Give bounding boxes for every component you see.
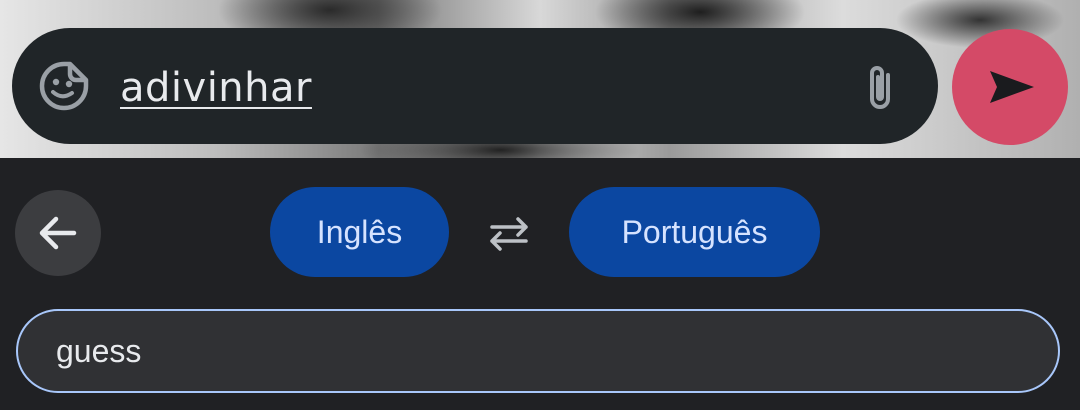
sticker-icon[interactable] [38,60,90,112]
translate-panel: Inglês Português guess [0,158,1080,410]
source-language-chip[interactable]: Inglês [270,187,449,277]
swap-icon[interactable] [486,215,532,256]
back-button[interactable] [15,190,101,276]
arrow-back-icon [39,216,77,250]
send-button[interactable] [952,29,1068,145]
target-language-chip[interactable]: Português [569,187,820,277]
translate-input[interactable]: guess [16,309,1060,393]
send-icon [990,71,1034,103]
message-composer[interactable]: adivinhar [12,28,938,144]
paperclip-icon[interactable] [862,61,898,113]
composer-text[interactable]: adivinhar [120,65,312,111]
